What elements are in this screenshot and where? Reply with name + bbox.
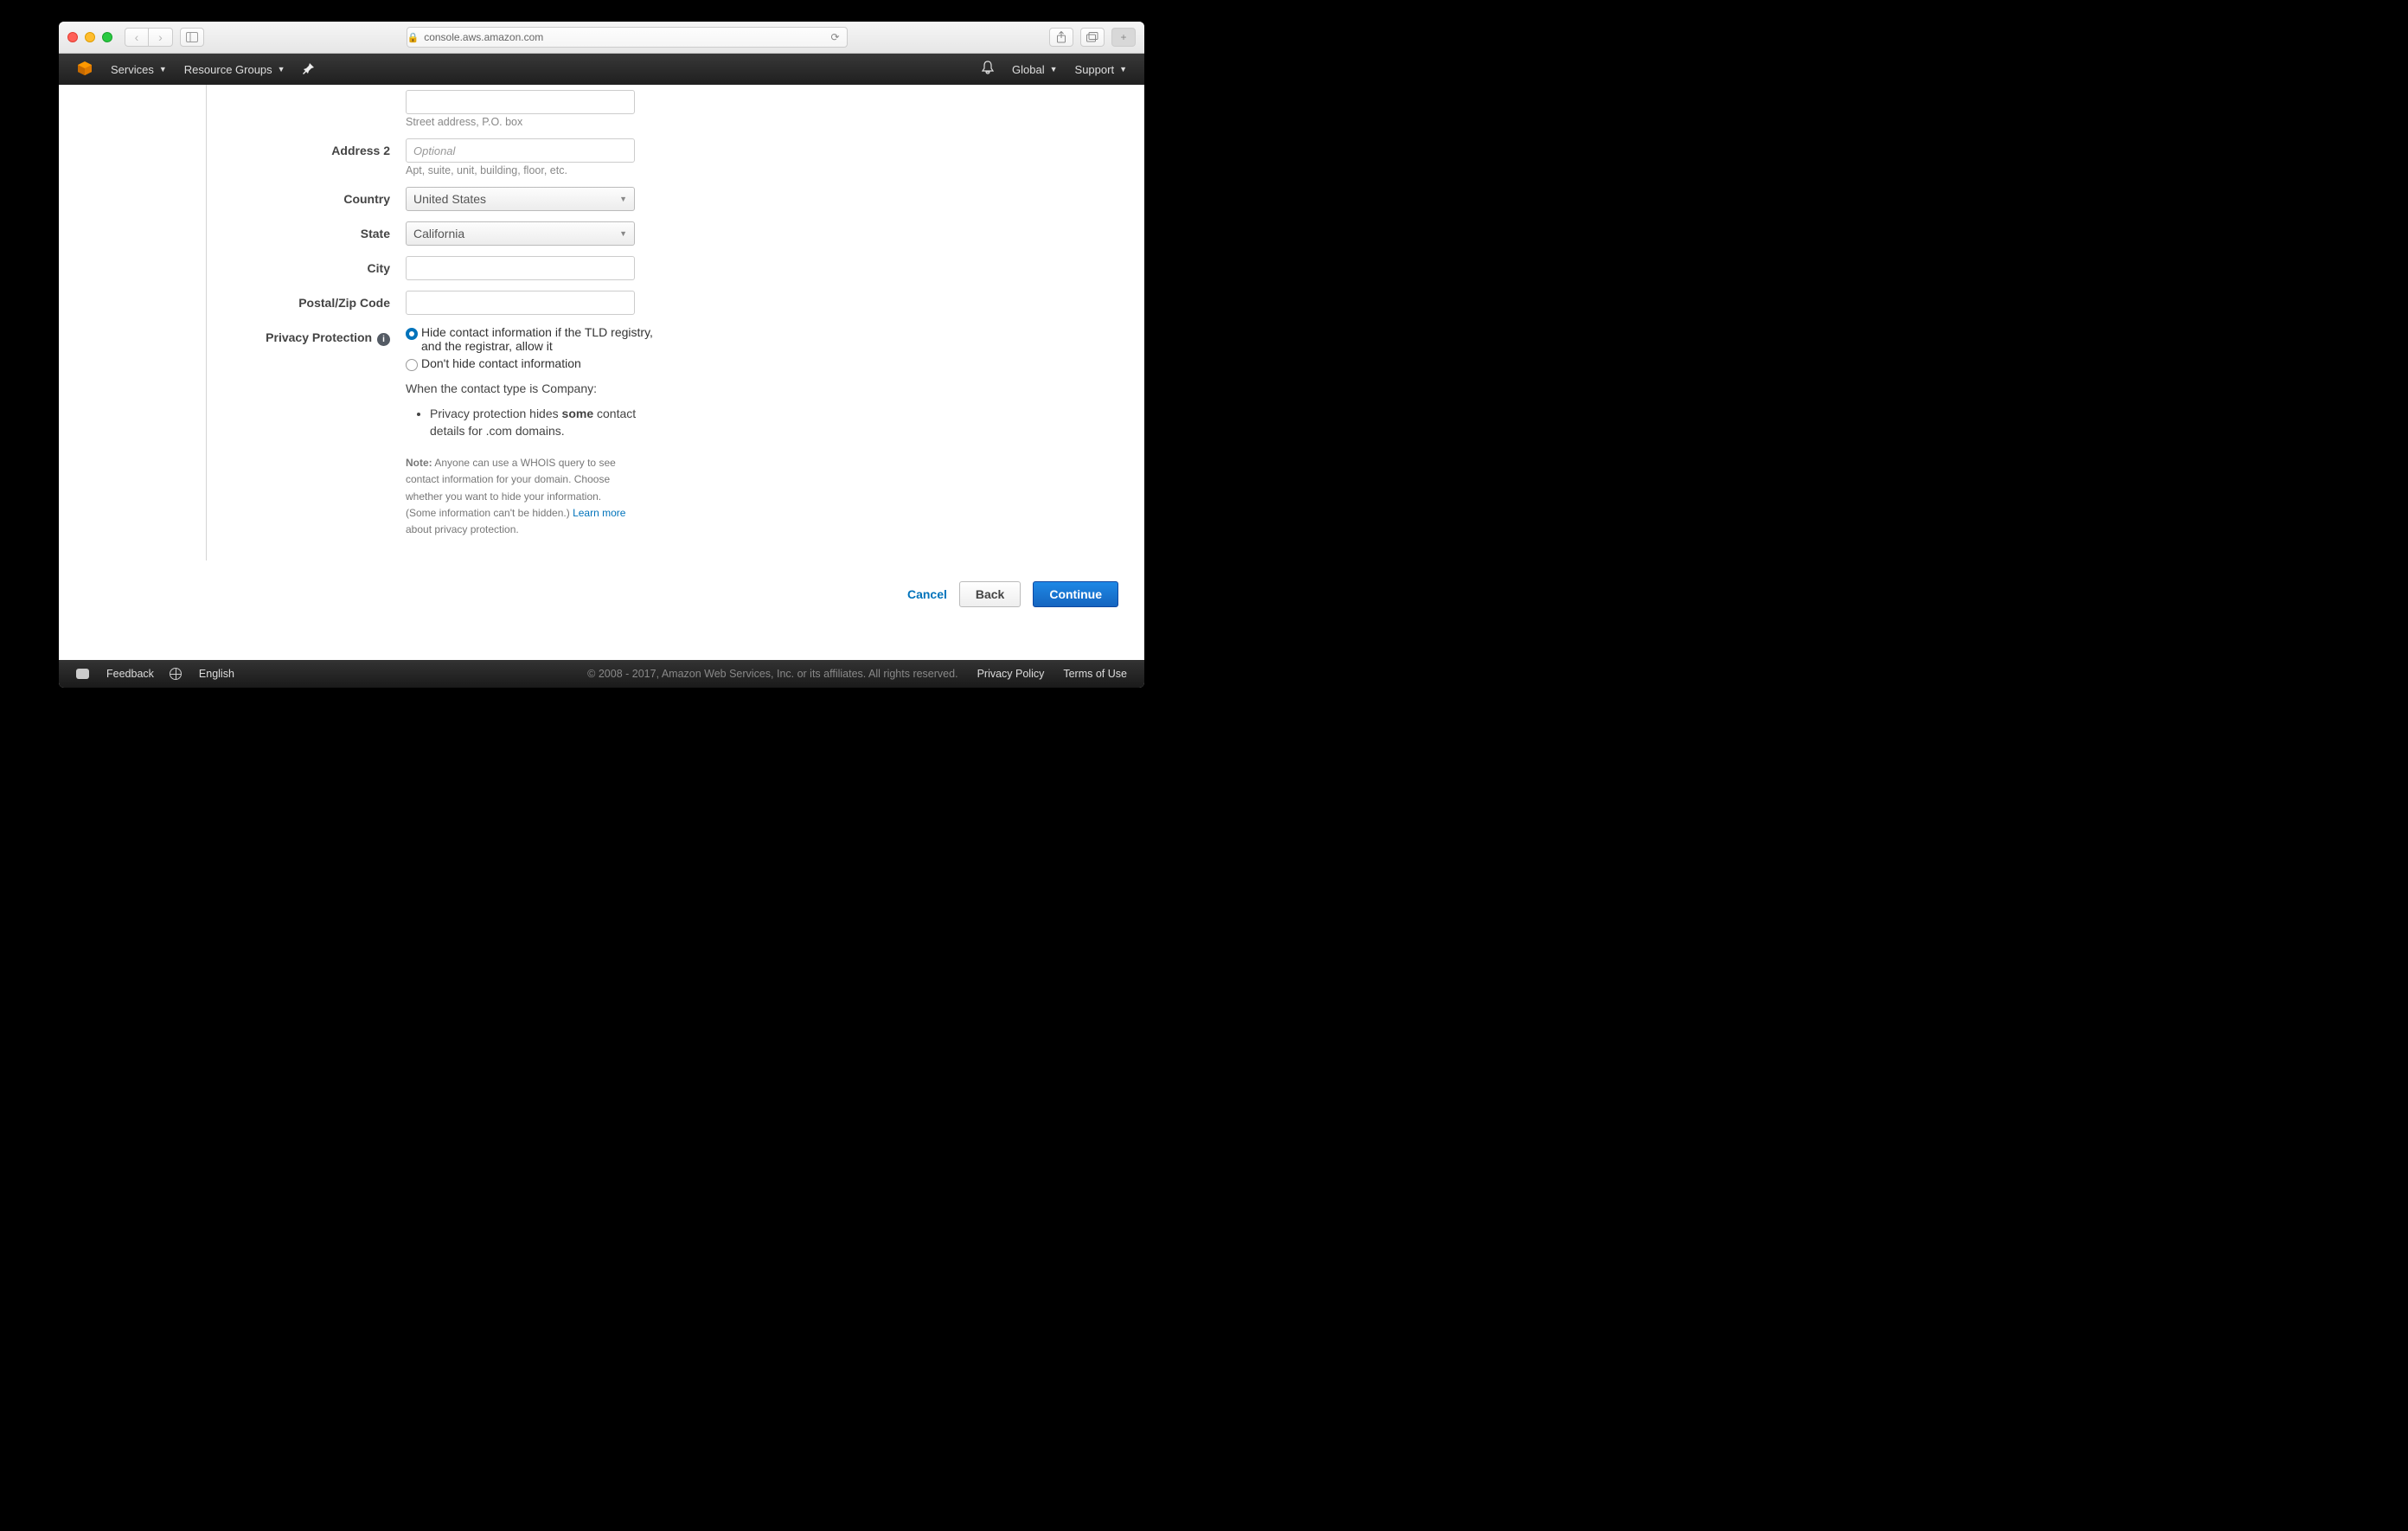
language-selector[interactable]: English — [199, 668, 234, 680]
support-label: Support — [1075, 63, 1115, 76]
caret-down-icon: ▼ — [1050, 65, 1058, 74]
services-label: Services — [111, 63, 154, 76]
country-value: United States — [413, 192, 486, 206]
wizard-buttons: Cancel Back Continue — [59, 561, 1144, 625]
privacy-label: Privacy Protection i — [207, 325, 406, 538]
pin-icon[interactable] — [303, 62, 315, 77]
lock-icon: 🔒 — [407, 32, 419, 43]
page-content: Street address, P.O. box Address 2 Apt, … — [59, 85, 1144, 660]
browser-toolbar: ‹ › 🔒 console.aws.amazon.com ⟳ + — [59, 22, 1144, 54]
region-menu[interactable]: Global ▼ — [1012, 63, 1058, 76]
terms-link[interactable]: Terms of Use — [1063, 668, 1127, 680]
region-label: Global — [1012, 63, 1045, 76]
caret-down-icon: ▼ — [159, 65, 167, 74]
close-window-icon[interactable] — [67, 32, 78, 42]
notifications-icon[interactable] — [981, 61, 995, 79]
company-bullet: Privacy protection hides some contact de… — [430, 406, 674, 439]
company-note: When the contact type is Company: Privac… — [406, 381, 674, 439]
radio-checked-icon — [406, 328, 418, 340]
city-input[interactable] — [406, 256, 635, 280]
address2-input[interactable] — [406, 138, 635, 163]
privacy-hide-label: Hide contact information if the TLD regi… — [421, 325, 674, 353]
contact-form: Street address, P.O. box Address 2 Apt, … — [206, 85, 928, 561]
share-button[interactable] — [1049, 28, 1073, 47]
privacy-show-radio[interactable]: Don't hide contact information — [406, 356, 674, 371]
learn-more-link[interactable]: Learn more — [573, 507, 625, 519]
resource-groups-menu[interactable]: Resource Groups ▼ — [184, 63, 285, 76]
zoom-window-icon[interactable] — [102, 32, 112, 42]
address1-input[interactable] — [406, 90, 635, 114]
continue-button[interactable]: Continue — [1033, 581, 1118, 607]
resource-groups-label: Resource Groups — [184, 63, 272, 76]
chevron-down-icon: ▼ — [619, 229, 627, 238]
tabs-button[interactable] — [1080, 28, 1105, 47]
privacy-note: Note: Anyone can use a WHOIS query to se… — [406, 455, 631, 538]
state-label: State — [207, 221, 406, 246]
globe-icon — [170, 668, 182, 680]
country-label: Country — [207, 187, 406, 211]
url-text: console.aws.amazon.com — [424, 31, 543, 43]
services-menu[interactable]: Services ▼ — [111, 63, 167, 76]
back-nav-button[interactable]: ‹ — [125, 28, 149, 47]
feedback-icon — [76, 669, 89, 679]
nav-buttons: ‹ › — [125, 28, 173, 47]
feedback-link[interactable]: Feedback — [106, 668, 154, 680]
address1-hint: Street address, P.O. box — [406, 114, 648, 128]
window-controls — [67, 32, 112, 42]
company-heading: When the contact type is Company: — [406, 381, 674, 395]
privacy-policy-link[interactable]: Privacy Policy — [977, 668, 1045, 680]
aws-logo-icon[interactable] — [76, 60, 93, 80]
sidebar-toggle-button[interactable] — [180, 28, 204, 47]
reload-icon[interactable]: ⟳ — [830, 31, 839, 43]
forward-nav-button[interactable]: › — [149, 28, 173, 47]
chevron-down-icon: ▼ — [619, 195, 627, 203]
postal-label: Postal/Zip Code — [207, 291, 406, 315]
city-label: City — [207, 256, 406, 280]
radio-unchecked-icon — [406, 359, 418, 371]
state-value: California — [413, 227, 464, 240]
support-menu[interactable]: Support ▼ — [1075, 63, 1127, 76]
cancel-button[interactable]: Cancel — [907, 587, 947, 601]
address2-hint: Apt, suite, unit, building, floor, etc. — [406, 163, 648, 176]
new-tab-button[interactable]: + — [1111, 28, 1136, 47]
info-icon[interactable]: i — [377, 333, 390, 346]
state-select[interactable]: California ▼ — [406, 221, 635, 246]
browser-window: ‹ › 🔒 console.aws.amazon.com ⟳ + Service… — [59, 22, 1144, 688]
aws-footer: Feedback English © 2008 - 2017, Amazon W… — [59, 660, 1144, 688]
postal-input[interactable] — [406, 291, 635, 315]
address2-label: Address 2 — [207, 138, 406, 176]
copyright-text: © 2008 - 2017, Amazon Web Services, Inc.… — [587, 668, 957, 680]
country-select[interactable]: United States ▼ — [406, 187, 635, 211]
caret-down-icon: ▼ — [1119, 65, 1127, 74]
caret-down-icon: ▼ — [278, 65, 285, 74]
aws-nav-header: Services ▼ Resource Groups ▼ Global ▼ Su… — [59, 54, 1144, 85]
url-bar[interactable]: 🔒 console.aws.amazon.com ⟳ — [407, 27, 848, 48]
privacy-show-label: Don't hide contact information — [421, 356, 581, 370]
privacy-hide-radio[interactable]: Hide contact information if the TLD regi… — [406, 325, 674, 353]
back-button[interactable]: Back — [959, 581, 1021, 607]
minimize-window-icon[interactable] — [85, 32, 95, 42]
